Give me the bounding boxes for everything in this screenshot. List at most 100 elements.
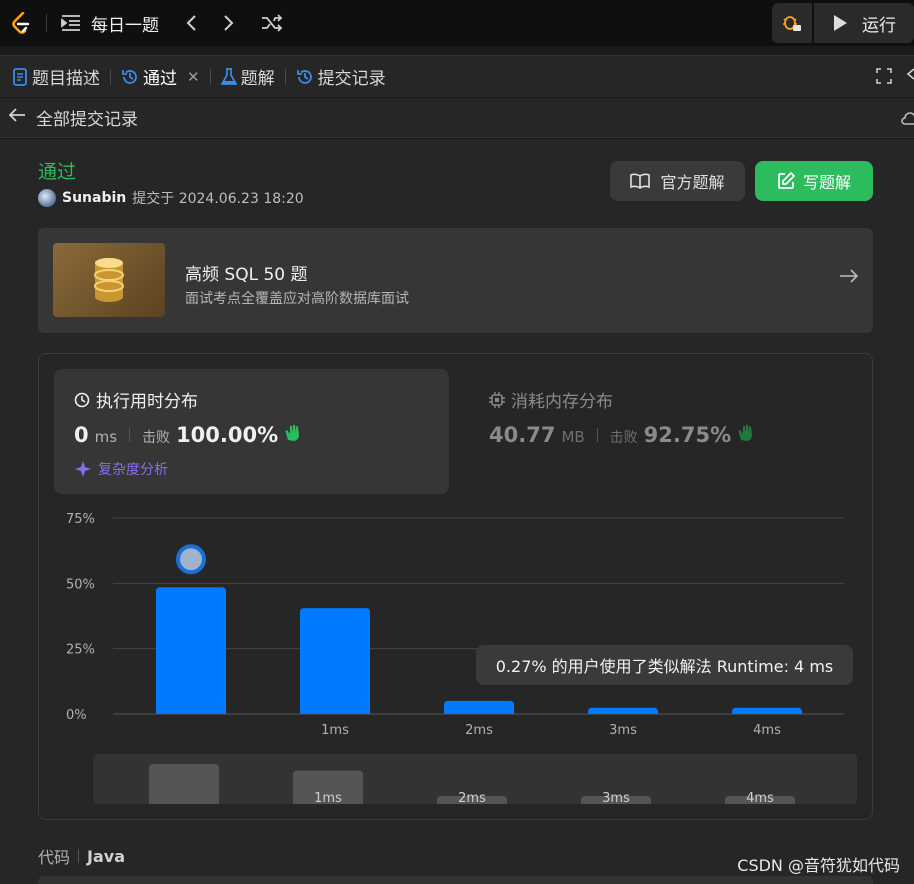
runtime-distribution-chart[interactable]: 0% 25% 50% 75% 1ms 2ms 3ms 4ms <box>38 500 873 750</box>
open-book-icon <box>630 173 651 189</box>
beats-label: 击败 <box>142 430 171 446</box>
write-solution-button[interactable]: 写题解 <box>755 161 873 201</box>
close-tab-icon[interactable]: ✕ <box>187 68 200 86</box>
watermark: CSDN @音符犹如代码 <box>737 856 900 875</box>
bug-lock-icon <box>783 16 801 31</box>
promo-subtitle: 面试考点全覆盖应对高阶数据库面试 <box>185 291 409 307</box>
runtime-title-text: 执行用时分布 <box>96 392 198 412</box>
memory-values: 40.77 MB 击败 92.75% <box>489 423 755 447</box>
cloud-icon[interactable] <box>901 111 914 125</box>
edit-icon <box>778 172 795 189</box>
x-tick-label: 3ms <box>609 723 637 738</box>
tab-description[interactable]: 题目描述 <box>12 64 100 89</box>
divider <box>596 428 598 442</box>
beats-label: 击败 <box>609 430 638 446</box>
submissions-header: 全部提交记录 <box>0 98 914 138</box>
runtime-unit: ms <box>94 428 118 446</box>
tab-label: 题解 <box>240 69 275 89</box>
x-tick-label: 2ms <box>465 723 493 738</box>
submission-status: 通过 <box>38 161 77 183</box>
minimap-label: 2ms <box>458 791 486 804</box>
official-solution-label: 官方题解 <box>660 173 725 192</box>
user-avatar-marker <box>180 548 202 571</box>
back-arrow-icon[interactable] <box>8 107 26 128</box>
chart-bar <box>300 608 370 714</box>
minimap-label: 4ms <box>746 791 774 804</box>
y-tick-label: 75% <box>66 512 95 527</box>
runtime-values: 0 ms 击败 100.00% <box>74 423 302 447</box>
clock-icon <box>74 392 90 407</box>
tab-label: 提交记录 <box>317 69 386 89</box>
minimap-label: 1ms <box>314 791 342 804</box>
y-tick-label: 0% <box>66 708 87 723</box>
daily-question-button[interactable]: 每日一题 <box>61 11 159 36</box>
divider <box>78 849 80 863</box>
tab-accepted[interactable]: 通过 ✕ <box>121 64 200 89</box>
memory-unit: MB <box>561 428 585 446</box>
history-icon <box>122 69 137 84</box>
chart-bar <box>156 587 226 714</box>
prev-question-icon[interactable] <box>185 14 197 32</box>
chart-bar <box>588 707 658 714</box>
divider <box>46 14 47 32</box>
runtime-value: 0 <box>74 423 89 447</box>
code-label: 代码 <box>38 848 71 867</box>
chart-bar <box>732 707 802 714</box>
shuffle-icon[interactable] <box>261 14 283 32</box>
flask-icon <box>220 67 237 85</box>
tab-solutions[interactable]: 题解 <box>220 64 275 89</box>
memory-distribution-tab[interactable]: 消耗内存分布 40.77 MB 击败 92.75% <box>469 369 864 494</box>
username[interactable]: Sunabin <box>62 190 126 206</box>
daily-question-label: 每日一题 <box>91 15 159 36</box>
all-submissions-link[interactable]: 全部提交记录 <box>36 105 138 130</box>
play-icon <box>834 15 847 31</box>
memory-value: 40.77 <box>489 423 556 447</box>
runtime-distribution-tab[interactable]: 执行用时分布 0 ms 击败 100.00% 复杂度分析 <box>54 369 449 494</box>
avatar[interactable] <box>38 189 56 207</box>
official-solution-button[interactable]: 官方题解 <box>610 161 745 201</box>
x-tick-label: 4ms <box>753 723 781 738</box>
chart-bar <box>444 700 514 714</box>
next-question-icon[interactable] <box>223 14 235 32</box>
run-label: 运行 <box>862 15 896 36</box>
divider <box>129 428 131 442</box>
leetcode-logo-icon[interactable] <box>10 11 32 35</box>
chart-tooltip: 0.27% 的用户使用了类似解法 Runtime: 4 ms <box>476 645 853 685</box>
tab-label: 题目描述 <box>32 69 100 89</box>
run-button[interactable]: 运行 <box>814 3 914 43</box>
memory-title-text: 消耗内存分布 <box>511 392 613 412</box>
sql50-promo-card[interactable]: 高频 SQL 50 题 面试考点全覆盖应对高阶数据库面试 <box>38 228 873 333</box>
run-controls: 运行 <box>772 3 914 43</box>
history-icon <box>296 69 312 84</box>
x-tick-label: 1ms <box>321 723 349 738</box>
write-solution-label: 写题解 <box>802 173 851 192</box>
list-indent-icon <box>61 14 81 32</box>
collapse-icon[interactable] <box>906 66 914 86</box>
promo-title: 高频 SQL 50 题 <box>185 265 308 285</box>
code-language: Java <box>87 846 125 866</box>
sparkle-icon <box>75 461 91 477</box>
y-tick-label: 25% <box>66 643 95 658</box>
code-header: 代码 Java <box>38 844 125 868</box>
y-tick-label: 50% <box>66 577 95 592</box>
complexity-analysis-button[interactable]: 复杂度分析 <box>74 459 168 479</box>
memory-title: 消耗内存分布 <box>489 387 613 412</box>
submitter-info: Sunabin 提交于 2024.06.23 18:20 <box>38 188 304 208</box>
memory-beats-value: 92.75% <box>643 423 732 447</box>
clapping-hands-icon <box>737 424 755 446</box>
arrow-right-icon <box>839 268 859 289</box>
chart-range-selector[interactable]: 1ms 2ms 3ms 4ms <box>93 754 857 804</box>
debug-button[interactable] <box>772 3 812 43</box>
top-bar: 每日一题 运行 <box>0 0 914 46</box>
runtime-title: 执行用时分布 <box>74 387 198 412</box>
submit-time: 提交于 2024.06.23 18:20 <box>132 191 304 207</box>
tab-divider <box>209 68 211 85</box>
tab-divider <box>284 68 286 85</box>
minimap-bar <box>149 764 219 804</box>
fullscreen-icon[interactable] <box>876 68 892 88</box>
database-icon <box>53 243 165 317</box>
minimap-label: 3ms <box>602 791 630 804</box>
tab-submissions[interactable]: 提交记录 <box>296 64 386 89</box>
document-icon <box>13 67 27 86</box>
code-block[interactable] <box>38 876 873 884</box>
